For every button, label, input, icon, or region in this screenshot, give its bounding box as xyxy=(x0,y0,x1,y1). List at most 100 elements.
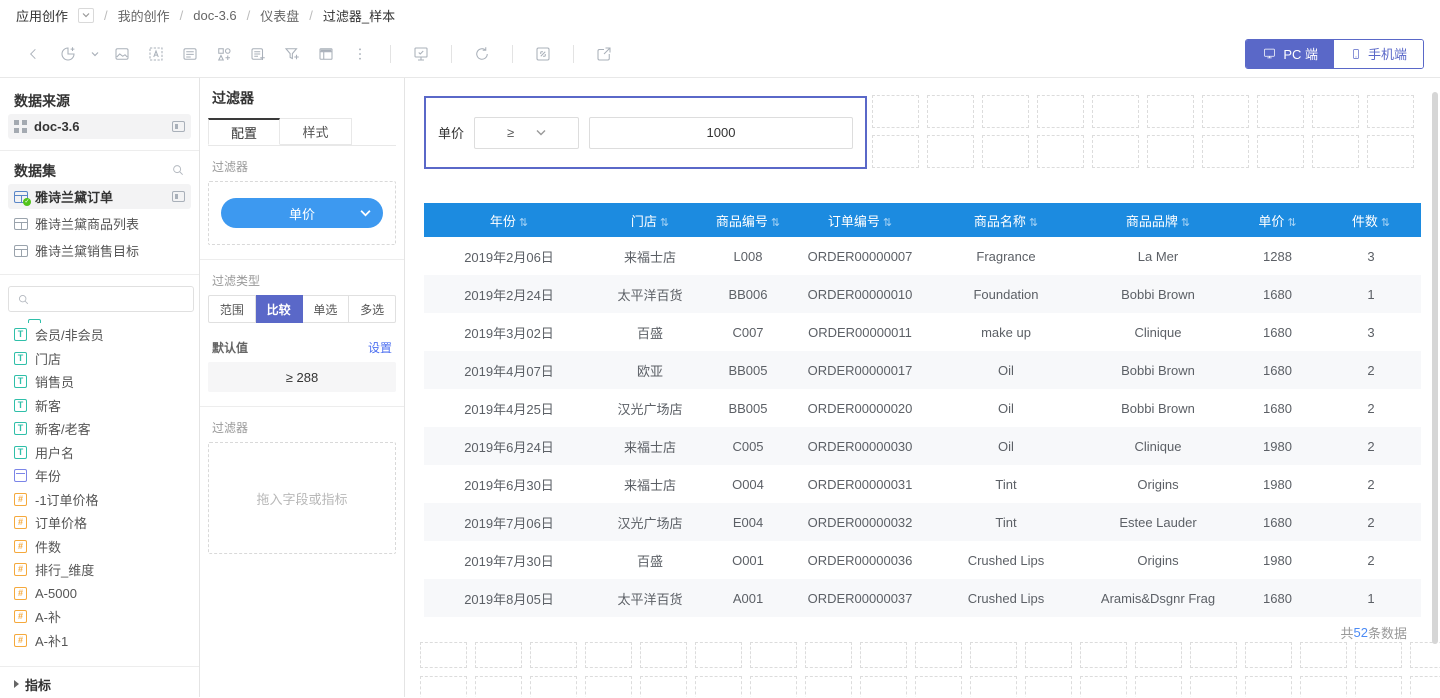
column-header[interactable]: 商品品牌⇅ xyxy=(1082,203,1234,237)
breadcrumb-item[interactable]: doc-3.6 xyxy=(193,8,236,23)
filter-type-button[interactable]: 单选 xyxy=(303,295,350,323)
table-row[interactable]: 2019年2月06日来福士店L008ORDER00000007Fragrance… xyxy=(424,237,1421,275)
table-widget[interactable]: 年份⇅门店⇅商品编号⇅订单编号⇅商品名称⇅商品品牌⇅单价⇅件数⇅ 2019年2月… xyxy=(424,203,1421,647)
grid-placeholder-cell xyxy=(530,642,577,668)
add-filter-button[interactable] xyxy=(278,40,306,68)
app-dropdown-button[interactable] xyxy=(78,8,94,23)
tab-active[interactable]: 配置 xyxy=(208,118,280,145)
canvas-scrollbar[interactable] xyxy=(1432,92,1438,644)
filter-dropzone[interactable]: 拖入字段或指标 xyxy=(208,442,396,554)
table-row[interactable]: 2019年8月05日太平洋百货A001ORDER00000037Crushed … xyxy=(424,579,1421,617)
grid-placeholder-cell xyxy=(1355,676,1402,697)
pc-view-button[interactable]: PC 端 xyxy=(1246,40,1334,68)
field-item[interactable]: T会员/非会员 xyxy=(0,323,199,347)
chart-dropdown-button[interactable] xyxy=(88,40,102,68)
pc-view-label: PC 端 xyxy=(1283,44,1318,63)
preview-button[interactable] xyxy=(407,40,435,68)
table-cell: 2019年7月30日 xyxy=(424,541,594,579)
dataset-item[interactable]: ✓雅诗兰黛订单 xyxy=(8,184,191,209)
fullscreen-button[interactable] xyxy=(529,40,557,68)
date-field-icon xyxy=(14,469,27,482)
refresh-button[interactable] xyxy=(468,40,496,68)
column-header[interactable]: 商品名称⇅ xyxy=(930,203,1082,237)
add-chart-button[interactable] xyxy=(54,40,82,68)
pie-chart-add-icon xyxy=(59,45,77,63)
breadcrumb-item[interactable]: 仪表盘 xyxy=(260,6,299,25)
filter-type-button[interactable]: 比较 xyxy=(256,295,303,323)
column-header[interactable]: 订单编号⇅ xyxy=(790,203,930,237)
grid-placeholder-cell xyxy=(1147,135,1194,168)
dataset-section-title: 数据集 xyxy=(0,160,199,182)
table-row[interactable]: 2019年4月07日欧亚BB005ORDER00000017OilBobbi B… xyxy=(424,351,1421,389)
share-button[interactable] xyxy=(590,40,618,68)
table-row[interactable]: 2019年7月30日百盛O001ORDER00000036Crushed Lip… xyxy=(424,541,1421,579)
operator-select[interactable]: ≥ xyxy=(474,117,579,149)
filter-widget[interactable]: 单价 ≥ xyxy=(424,96,867,169)
add-query-button[interactable] xyxy=(244,40,272,68)
filter-field-dropzone[interactable]: 单价 xyxy=(208,181,396,245)
field-search-box[interactable] xyxy=(8,286,194,312)
detail-panel-icon[interactable] xyxy=(172,191,185,202)
table-row[interactable]: 2019年2月24日太平洋百货BB006ORDER00000010Foundat… xyxy=(424,275,1421,313)
field-item[interactable] xyxy=(14,314,185,323)
table-row[interactable]: 2019年6月30日来福士店O004ORDER00000031TintOrigi… xyxy=(424,465,1421,503)
table-row[interactable]: 2019年7月06日汉光广场店E004ORDER00000032TintEste… xyxy=(424,503,1421,541)
grid-placeholder-cell xyxy=(1367,135,1414,168)
filter-type-button[interactable]: 多选 xyxy=(349,295,396,323)
field-item[interactable]: #-1订单价格 xyxy=(0,488,199,512)
field-item[interactable]: #订单价格 xyxy=(0,511,199,535)
field-label: 排行_维度 xyxy=(35,560,94,579)
add-image-button[interactable] xyxy=(108,40,136,68)
filter-field-pill[interactable]: 单价 xyxy=(221,198,383,228)
grid-placeholder-cell xyxy=(805,676,852,697)
column-header[interactable]: 门店⇅ xyxy=(594,203,706,237)
filter-type-button[interactable]: 范围 xyxy=(208,295,256,323)
add-form-button[interactable] xyxy=(176,40,204,68)
column-header[interactable]: 商品编号⇅ xyxy=(706,203,790,237)
tab-inactive[interactable]: 样式 xyxy=(280,118,352,145)
table-cell: 1288 xyxy=(1234,237,1321,275)
more-button[interactable] xyxy=(346,40,374,68)
number-field-icon: # xyxy=(14,587,27,600)
monitor-icon xyxy=(1262,47,1277,60)
settings-link[interactable]: 设置 xyxy=(368,339,392,356)
detail-panel-icon[interactable] xyxy=(172,121,185,132)
field-item[interactable]: #A-补 xyxy=(0,605,199,629)
field-item[interactable]: T门店 xyxy=(0,347,199,371)
dataset-item[interactable]: 雅诗兰黛商品列表 xyxy=(8,211,191,236)
dashboard-canvas[interactable]: 单价 ≥ 年份⇅门店⇅商品编号⇅订单编号⇅商品名称⇅商品品牌⇅单价⇅件数⇅ 20… xyxy=(405,78,1440,697)
mobile-view-button[interactable]: 手机端 xyxy=(1334,40,1423,68)
metrics-section-toggle[interactable]: 指标 xyxy=(0,671,199,697)
breadcrumb-item-app[interactable]: 应用创作 xyxy=(16,6,68,25)
field-item[interactable]: T用户名 xyxy=(0,441,199,465)
back-button[interactable] xyxy=(20,40,48,68)
field-item[interactable]: T新客/老客 xyxy=(0,417,199,441)
add-embed-button[interactable] xyxy=(312,40,340,68)
field-item[interactable]: T销售员 xyxy=(0,370,199,394)
field-item[interactable]: T新客 xyxy=(0,394,199,418)
add-text-button[interactable] xyxy=(142,40,170,68)
filter-config-panel: 过滤器 配置样式 过滤器 单价 过滤类型 范围比较单选多选 默认值 设置 ≥ 2… xyxy=(200,78,405,697)
field-item[interactable]: #排行_维度 xyxy=(0,558,199,582)
table-row[interactable]: 2019年4月25日汉光广场店BB005ORDER00000020OilBobb… xyxy=(424,389,1421,427)
field-item[interactable]: #件数 xyxy=(0,535,199,559)
column-header[interactable]: 年份⇅ xyxy=(424,203,594,237)
breadcrumb-item[interactable]: 我的创作 xyxy=(118,6,170,25)
column-header[interactable]: 件数⇅ xyxy=(1321,203,1421,237)
default-value-box[interactable]: ≥ 288 xyxy=(208,362,396,392)
add-control-button[interactable] xyxy=(210,40,238,68)
datasource-item[interactable]: doc-3.6 xyxy=(8,114,191,139)
table-row[interactable]: 2019年6月24日来福士店C005ORDER00000030OilCliniq… xyxy=(424,427,1421,465)
table-row[interactable]: 2019年3月02日百盛C007ORDER00000011make upClin… xyxy=(424,313,1421,351)
field-item[interactable]: #A-5000 xyxy=(0,582,199,606)
column-header[interactable]: 单价⇅ xyxy=(1234,203,1321,237)
filter-value-input[interactable] xyxy=(589,117,853,149)
field-item[interactable]: #A-补1 xyxy=(0,629,199,653)
field-search-input[interactable] xyxy=(30,292,185,306)
breadcrumb-item[interactable]: 过滤器_样本 xyxy=(323,6,395,25)
grid-placeholder-row xyxy=(420,642,1440,668)
dataset-search-button[interactable] xyxy=(171,163,185,180)
column-header-label: 商品编号 xyxy=(716,214,768,229)
field-item[interactable]: 年份 xyxy=(0,464,199,488)
dataset-item[interactable]: 雅诗兰黛销售目标 xyxy=(8,238,191,263)
